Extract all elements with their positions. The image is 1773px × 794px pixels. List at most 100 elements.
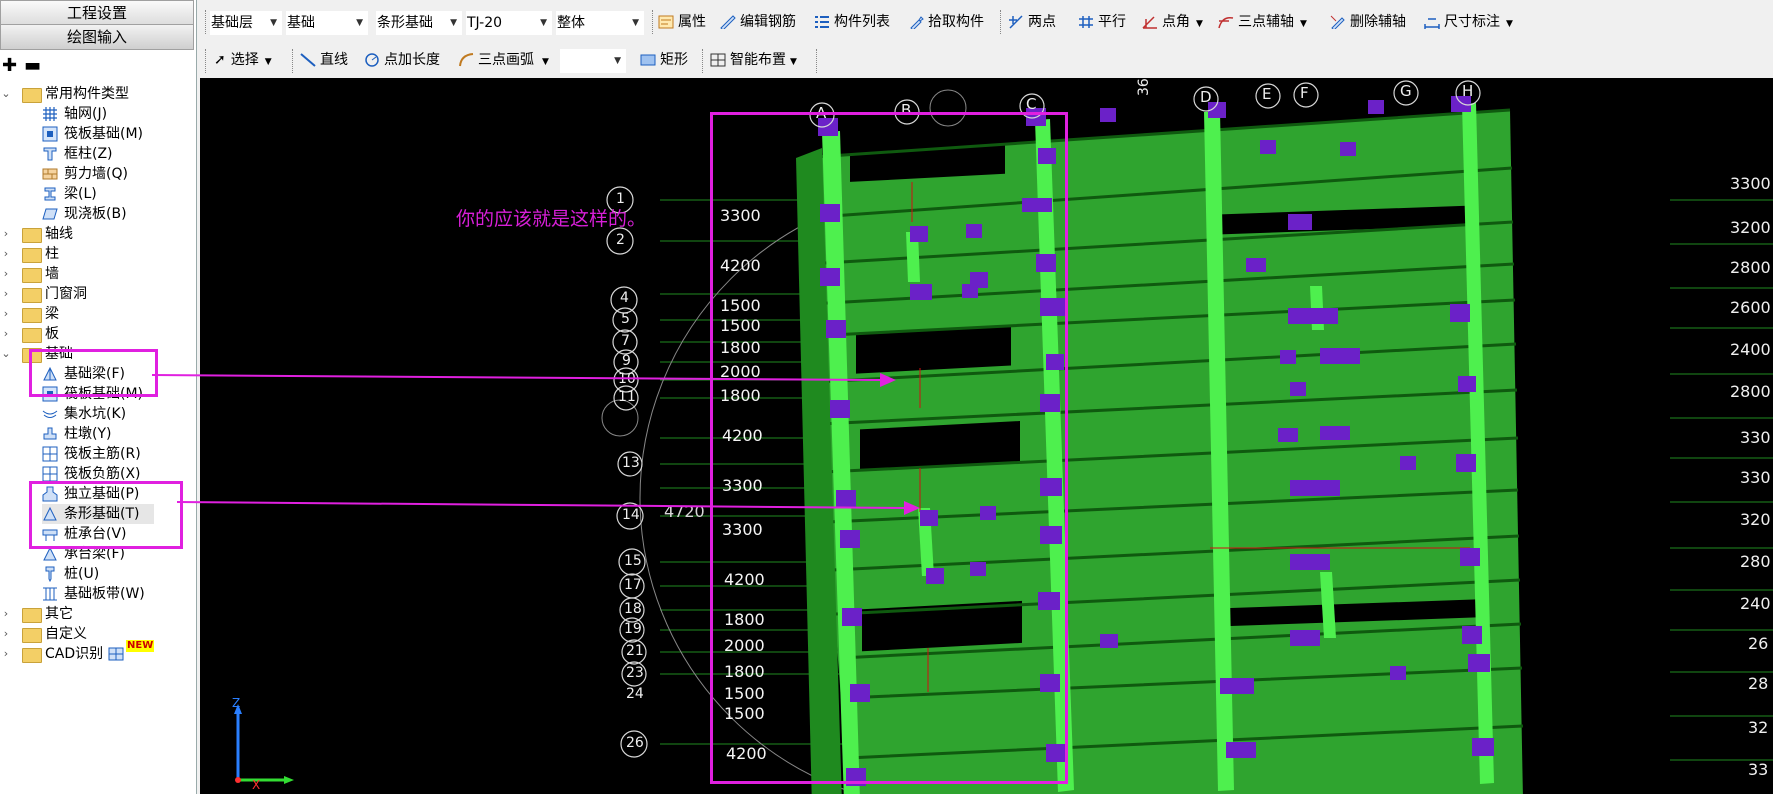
tree-label: 筏板基础(M)	[64, 126, 144, 142]
tree-label: 梁	[45, 306, 59, 322]
collapse-icon[interactable]: ⌄	[0, 344, 12, 364]
element-list-button[interactable]: 构件列表	[814, 11, 890, 33]
line-label: 直线	[320, 52, 348, 68]
axis-label: 24	[626, 686, 644, 702]
parallel-label: 平行	[1098, 14, 1126, 30]
axis-label: 23	[626, 665, 644, 681]
element-select[interactable]: TJ-20 ▼	[466, 11, 552, 35]
cursor-arrow-icon: ➚	[214, 52, 226, 68]
separator	[816, 49, 817, 73]
axis-label: 17	[624, 577, 642, 593]
properties-label: 属性	[678, 14, 706, 30]
expand-icon[interactable]: ›	[0, 604, 12, 624]
layer-select[interactable]: 基础层 ▼	[210, 11, 282, 35]
axis-label: H	[1462, 82, 1474, 100]
folder-icon	[22, 268, 42, 283]
type-select[interactable]: 基础 ▼	[286, 11, 368, 35]
point-length-button[interactable]: 点加长度	[364, 49, 440, 71]
category-select[interactable]: 条形基础 ▼	[376, 11, 462, 35]
properties-button[interactable]: 属性	[658, 11, 706, 33]
delete-axis-label: 删除辅轴	[1350, 14, 1406, 30]
element-list-label: 构件列表	[834, 14, 890, 30]
tree-label: 剪力墙(Q)	[64, 166, 128, 182]
collapse-all-icon[interactable]: ▬	[24, 57, 41, 75]
dimension-text: 26	[1748, 634, 1769, 653]
separator	[702, 49, 703, 73]
expand-icon[interactable]: ›	[0, 304, 12, 324]
expand-icon[interactable]: ›	[0, 624, 12, 644]
expand-icon[interactable]: ›	[0, 644, 12, 664]
smart-layout-button[interactable]: 智能布置 ▼	[710, 49, 797, 71]
dimension-text: 3300	[1730, 174, 1771, 193]
select-button[interactable]: ➚ 选择 ▼	[214, 49, 272, 71]
tree-label: 常用构件类型	[45, 86, 129, 102]
separator	[652, 10, 653, 34]
line-button[interactable]: 直线	[300, 49, 348, 71]
separator	[1000, 10, 1001, 34]
expand-all-icon[interactable]: ✚	[2, 57, 17, 75]
axis-label: 26	[626, 735, 644, 751]
tree-label: 轴线	[45, 226, 73, 242]
rebar-grid-icon	[42, 466, 58, 482]
folder-icon	[22, 328, 42, 343]
list-icon	[815, 16, 829, 28]
axis-label: 2	[616, 232, 625, 248]
edit-rebar-button[interactable]: 编辑钢筋	[720, 11, 796, 33]
arc-icon	[459, 53, 474, 67]
point-length-icon	[365, 53, 379, 67]
tree-label: 筏板主筋(R)	[64, 446, 141, 462]
edit-rebar-label: 编辑钢筋	[740, 14, 796, 30]
expand-icon[interactable]: ›	[0, 284, 12, 304]
three-point-arc-button[interactable]: 三点画弧 ▼	[458, 49, 549, 71]
chevron-down-icon: ▼	[540, 18, 547, 28]
pick-element-button[interactable]: 拾取构件	[908, 11, 984, 33]
two-point-axis-button[interactable]: 两点	[1008, 11, 1056, 33]
tree-label: 桩(U)	[64, 566, 100, 582]
category-select-value: 条形基础	[377, 15, 433, 31]
axis-label: 13	[622, 455, 640, 471]
highlight-box-strip-footings	[710, 112, 1068, 784]
tree-label: CAD识别	[45, 646, 104, 662]
point-angle-button[interactable]: 点角 ▼	[1142, 11, 1203, 33]
axis-label: 18	[624, 601, 642, 617]
drawing-canvas[interactable]: A B C D E F G H 3600 1 2 4 5 7 9 10 11 1…	[200, 78, 1773, 794]
tree-label: 自定义	[45, 626, 87, 642]
collapse-icon[interactable]: ⌄	[0, 84, 12, 104]
tree-node-common[interactable]: ⌄ 常用构件类型	[0, 84, 190, 104]
axis-grid-icon	[43, 107, 57, 121]
drawing-input-button[interactable]: 绘图输入	[0, 24, 194, 50]
project-settings-button[interactable]: 工程设置	[0, 0, 194, 26]
axis-z-label: Z	[232, 696, 241, 710]
arc-option-select[interactable]: ▼	[560, 49, 626, 73]
tree-label: 柱	[45, 246, 59, 262]
scope-select[interactable]: 整体 ▼	[556, 11, 644, 35]
smart-layout-icon	[710, 53, 726, 67]
highlight-box-foundation-beam	[29, 349, 158, 397]
chevron-down-icon: ▼	[1506, 19, 1513, 29]
three-point-axis-button[interactable]: 三点辅轴 ▼	[1218, 11, 1307, 33]
expand-icon[interactable]: ›	[0, 324, 12, 344]
chevron-down-icon: ▼	[1300, 19, 1307, 29]
chevron-down-icon: ▼	[264, 57, 272, 67]
dimension-text: 330	[1740, 468, 1771, 487]
delete-axis-button[interactable]: 删除辅轴	[1330, 11, 1406, 33]
expand-icon[interactable]: ›	[0, 264, 12, 284]
tree-toolbar: ✚ ▬	[0, 56, 192, 78]
parallel-axis-button[interactable]: 平行	[1078, 11, 1126, 33]
dimension-button[interactable]: 尺寸标注 ▼	[1424, 11, 1513, 33]
annotation-text: 你的应该就是这样的。	[456, 208, 647, 230]
rectangle-button[interactable]: 矩形	[640, 49, 688, 71]
pick-element-label: 拾取构件	[928, 14, 984, 30]
expand-icon[interactable]: ›	[0, 244, 12, 264]
point-length-label: 点加长度	[384, 52, 440, 68]
axis-label: 10	[618, 371, 636, 387]
new-badge: NEW	[126, 640, 155, 652]
axis-label: 7	[621, 333, 630, 349]
dimension-text: 2600	[1730, 298, 1771, 317]
toolbar-main: 基础层 ▼ 基础 ▼ 条形基础 ▼ TJ-20 ▼ 整体 ▼ 属性 编辑钢筋 构件列表 拾…	[200, 0, 1773, 45]
axis-label: F	[1300, 84, 1309, 102]
element-select-value: TJ-20	[467, 15, 503, 31]
folder-icon	[22, 308, 42, 323]
expand-icon[interactable]: ›	[0, 224, 12, 244]
dimension-text: 32	[1748, 718, 1769, 737]
